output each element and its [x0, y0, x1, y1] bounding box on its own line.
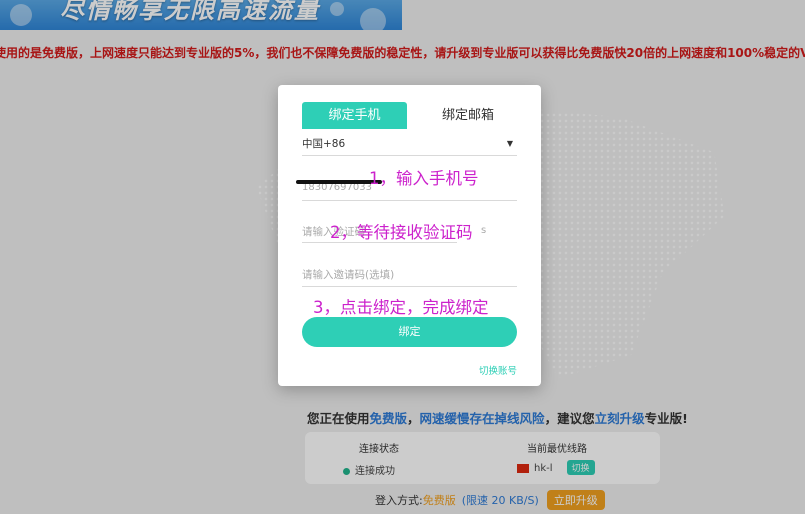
switch-account-link[interactable]: 切换账号: [479, 363, 517, 377]
invite-code-placeholder: 请输入邀请码(选填): [302, 269, 395, 281]
country-code-value: 中国+86: [302, 138, 346, 150]
country-code-select[interactable]: 中国+86 ▼: [302, 136, 517, 156]
dropdown-arrow-icon: ▼: [506, 139, 513, 148]
code-countdown: s: [481, 225, 487, 236]
bind-button[interactable]: 绑定: [302, 317, 517, 347]
invite-code-input[interactable]: 请输入邀请码(选填): [302, 262, 517, 287]
tab-bind-phone[interactable]: 绑定手机: [302, 102, 407, 129]
annotation-step-2: 2，等待接收验证码: [330, 223, 473, 242]
bind-account-dialog: 绑定手机 绑定邮箱 中国+86 ▼ 18307697033 请输入验证码 s 请…: [278, 85, 541, 386]
tab-bind-email[interactable]: 绑定邮箱: [418, 102, 518, 129]
annotation-step-3: 3，点击绑定，完成绑定: [313, 298, 489, 317]
annotation-step-1: 1，输入手机号: [369, 169, 479, 188]
